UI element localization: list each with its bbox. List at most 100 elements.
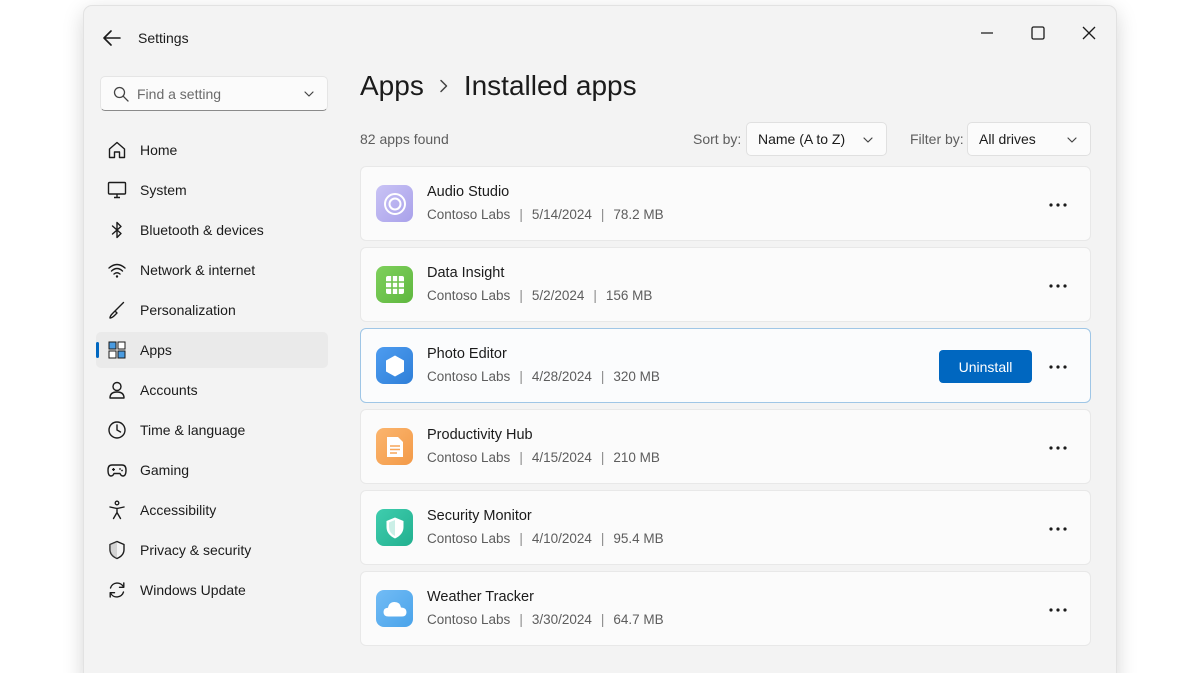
clock-icon [107, 420, 127, 440]
app-name: Photo Editor [427, 346, 507, 362]
app-list: Audio Studio Contoso Labs | 5/14/2024 | 78.2… [360, 166, 1091, 652]
more-horizontal-icon [1049, 284, 1067, 288]
meta-separator: | [519, 207, 523, 222]
more-horizontal-icon [1049, 203, 1067, 207]
sidebar-item-time-language[interactable]: Time & language [96, 412, 328, 448]
app-row[interactable]: Productivity Hub Contoso Labs | 4/15/2024 |… [360, 409, 1091, 484]
sidebar-item-network[interactable]: Network & internet [96, 252, 328, 288]
app-name: Security Monitor [427, 508, 532, 524]
spreadsheet-icon [376, 266, 413, 303]
sidebar-item-apps[interactable]: Apps [96, 332, 328, 368]
accessibility-icon [107, 500, 127, 520]
app-date: 4/15/2024 [531, 450, 592, 465]
app-row[interactable]: Weather Tracker Contoso Labs | 3/30/2024 | 6… [360, 571, 1091, 646]
app-publisher: Contoso Labs [427, 207, 511, 222]
search-box[interactable] [100, 76, 328, 111]
meta-separator: | [600, 450, 605, 465]
document-icon [376, 428, 413, 465]
sidebar-item-label: Apps [140, 342, 172, 358]
app-publisher: Contoso Labs [427, 288, 511, 303]
minimize-button[interactable] [964, 16, 1010, 50]
more-options-button[interactable] [1044, 353, 1072, 381]
breadcrumb: Apps Installed apps [360, 66, 637, 106]
app-name: Productivity Hub [427, 427, 533, 443]
app-date: 5/2/2024 [531, 288, 585, 303]
search-input[interactable] [137, 85, 287, 102]
cloud-icon [376, 590, 413, 627]
sidebar-item-system[interactable]: System [96, 172, 328, 208]
app-date: 4/28/2024 [531, 369, 592, 384]
meta-separator: | [519, 450, 523, 465]
more-options-button[interactable] [1044, 596, 1072, 624]
chevron-right-icon [429, 76, 459, 96]
home-icon [107, 140, 127, 160]
app-row[interactable]: Security Monitor Contoso Labs | 4/10/2024 |… [360, 490, 1091, 565]
sidebar-item-accounts[interactable]: Accounts [96, 372, 328, 408]
sidebar-item-accessibility[interactable]: Accessibility [96, 492, 328, 528]
app-publisher: Contoso Labs [427, 369, 511, 384]
meta-separator: | [600, 612, 605, 627]
audio-icon [376, 185, 413, 222]
breadcrumb-parent-link[interactable]: Apps [360, 70, 424, 102]
more-horizontal-icon [1049, 527, 1067, 531]
sidebar-item-label: Home [140, 142, 178, 158]
chevron-down-icon [1066, 134, 1078, 146]
filter-dropdown[interactable]: All drives [967, 122, 1091, 156]
sidebar-item-gaming[interactable]: Gaming [96, 452, 328, 488]
app-publisher: Contoso Labs [427, 612, 511, 627]
app-meta: Contoso Labs | 5/14/2024 | 78.2 MB [427, 207, 664, 222]
close-button[interactable] [1066, 16, 1112, 50]
meta-separator: | [600, 531, 605, 546]
sort-dropdown[interactable]: Name (A to Z) [746, 122, 887, 156]
more-options-button[interactable] [1044, 272, 1072, 300]
more-options-button[interactable] [1044, 515, 1072, 543]
apps-count: 82 apps found [360, 131, 449, 147]
maximize-button[interactable] [1015, 16, 1061, 50]
filter-label: Filter by: [910, 131, 964, 147]
update-icon [107, 580, 127, 600]
more-options-button[interactable] [1044, 434, 1072, 462]
app-row-selected[interactable]: Photo Editor Contoso Labs | 4/28/2024 | 320 … [360, 328, 1091, 403]
sidebar-item-label: Personalization [140, 302, 236, 318]
app-meta: Contoso Labs | 5/2/2024 | 156 MB [427, 288, 652, 303]
settings-window: Settings Home Sy [84, 6, 1116, 673]
meta-separator: | [519, 288, 523, 303]
app-publisher: Contoso Labs [427, 450, 511, 465]
person-icon [107, 380, 127, 400]
sidebar-item-windows-update[interactable]: Windows Update [96, 572, 328, 608]
sidebar-item-privacy[interactable]: Privacy & security [96, 532, 328, 568]
sidebar-item-personalization[interactable]: Personalization [96, 292, 328, 328]
minimize-icon [981, 32, 993, 34]
app-size: 95.4 MB [613, 531, 664, 546]
meta-separator: | [519, 612, 523, 627]
sidebar-item-label: Bluetooth & devices [140, 222, 264, 238]
app-size: 156 MB [605, 288, 653, 303]
sidebar-nav: Home System Bluetooth & devices Network … [96, 132, 328, 612]
meta-separator: | [600, 369, 605, 384]
apps-icon [107, 340, 127, 360]
back-arrow-icon [103, 30, 121, 46]
sort-label: Sort by: [693, 131, 742, 147]
back-button[interactable] [98, 24, 126, 52]
sidebar-item-bluetooth[interactable]: Bluetooth & devices [96, 212, 328, 248]
window-title: Settings [138, 30, 189, 46]
more-options-button[interactable] [1044, 191, 1072, 219]
wifi-icon [107, 260, 127, 280]
uninstall-button[interactable]: Uninstall [939, 350, 1032, 383]
bluetooth-icon [107, 220, 127, 240]
shield-icon [107, 540, 127, 560]
meta-separator: | [600, 207, 605, 222]
more-horizontal-icon [1049, 365, 1067, 369]
app-row[interactable]: Audio Studio Contoso Labs | 5/14/2024 | 78.2… [360, 166, 1091, 241]
sidebar-item-home[interactable]: Home [96, 132, 328, 168]
maximize-icon [1031, 26, 1045, 40]
search-icon [113, 86, 129, 102]
sidebar-item-label: Time & language [140, 422, 246, 438]
app-row[interactable]: Data Insight Contoso Labs | 5/2/2024 | 156 M… [360, 247, 1091, 322]
meta-separator: | [593, 288, 597, 303]
app-meta: Contoso Labs | 4/10/2024 | 95.4 MB [427, 531, 664, 546]
app-name: Weather Tracker [427, 589, 534, 605]
chevron-down-icon [303, 88, 315, 100]
filter-value: All drives [979, 131, 1036, 147]
sidebar-item-label: Privacy & security [140, 542, 252, 558]
